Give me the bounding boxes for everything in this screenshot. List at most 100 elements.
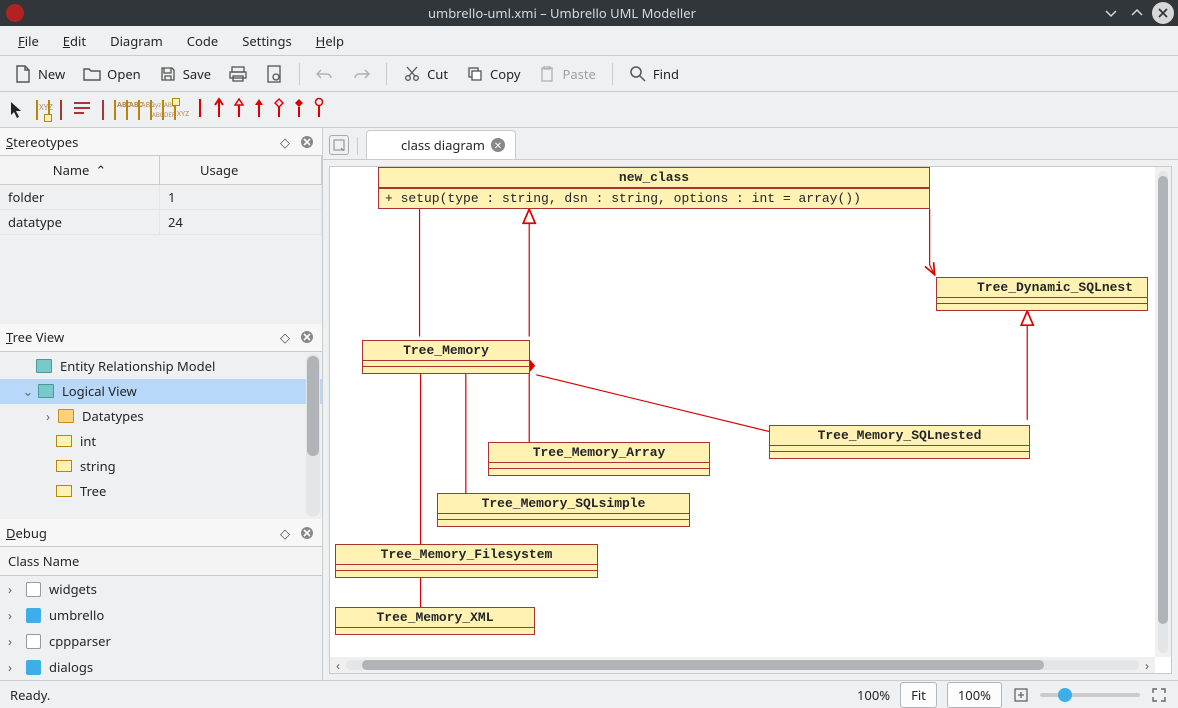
class-tool-3-icon[interactable]: ABC <box>126 101 128 119</box>
fullscreen-icon[interactable] <box>1150 686 1168 704</box>
uml-class-tree-memory-sqlnested[interactable]: Tree_Memory_SQLnested <box>769 425 1030 459</box>
zoom-slider[interactable] <box>1040 693 1140 697</box>
note-tool-icon[interactable]: XYZ <box>36 101 38 119</box>
open-label: Open <box>107 65 141 83</box>
undo-button[interactable] <box>310 61 340 87</box>
checkbox-icon[interactable] <box>26 582 41 597</box>
canvas-hscroll[interactable]: ‹ › <box>330 657 1155 673</box>
checkbox-icon[interactable] <box>26 634 41 649</box>
find-label: Find <box>653 65 679 83</box>
tree-item-tree[interactable]: Tree <box>0 479 322 504</box>
uml-class-tree-memory-filesystem[interactable]: Tree_Memory_Filesystem <box>335 544 598 578</box>
assoc-arrow1-icon[interactable] <box>214 97 224 123</box>
copy-icon <box>466 65 484 83</box>
minimize-button[interactable] <box>1100 2 1122 24</box>
pane-close-icon[interactable] <box>298 133 316 151</box>
zoom-percent: 100% <box>857 686 890 704</box>
assoc-line-icon[interactable] <box>196 97 204 123</box>
assoc-arrow2-icon[interactable] <box>234 97 244 123</box>
debug-row-dialogs[interactable]: ›dialogs <box>0 654 322 680</box>
diagram-canvas[interactable]: new_class + setup(type : string, dsn : s… <box>330 167 1155 657</box>
text-tool-icon[interactable] <box>72 100 92 120</box>
debug-row-cppparser[interactable]: ›cppparser <box>0 628 322 654</box>
menu-file[interactable]: File <box>8 28 49 54</box>
class-tool-2-icon[interactable]: ABC <box>114 101 116 119</box>
print-preview-button[interactable] <box>259 61 289 87</box>
table-row[interactable]: folder 1 <box>0 185 322 210</box>
col-usage-header[interactable]: Usage <box>160 156 322 184</box>
uml-class-tree-dynamic-sqlnest[interactable]: Tree_Dynamic_SQLnest <box>936 277 1148 311</box>
menu-help[interactable]: Help <box>306 28 354 54</box>
class-tool-5-icon[interactable]: xyzABC <box>150 101 152 119</box>
chevron-right-icon[interactable]: › <box>42 407 54 425</box>
tree-scrollbar[interactable] <box>306 354 320 518</box>
zoom-reset-icon[interactable] <box>1012 686 1030 704</box>
save-button[interactable]: Save <box>153 61 217 87</box>
assoc-diamond1-icon[interactable] <box>274 97 284 123</box>
print-button[interactable] <box>223 61 253 87</box>
statusbar: Ready. 100% Fit 100% <box>0 680 1178 708</box>
paste-button[interactable]: Paste <box>532 61 601 87</box>
debug-row-widgets[interactable]: ›widgets <box>0 576 322 602</box>
tree-item-datatypes[interactable]: › Datatypes <box>0 404 322 429</box>
canvas-vscroll[interactable] <box>1155 167 1171 657</box>
scroll-right-icon[interactable]: › <box>1139 656 1155 674</box>
cut-button[interactable]: Cut <box>397 61 454 87</box>
treeview-body[interactable]: Entity Relationship Model ⌄ Logical View… <box>0 352 322 520</box>
redo-button[interactable] <box>346 61 376 87</box>
stereotypes-header: Stereotypes ◇ <box>0 128 322 156</box>
zoom-value-button[interactable]: 100% <box>947 682 1002 708</box>
tree-item-erm[interactable]: Entity Relationship Model <box>0 354 322 379</box>
new-tab-button[interactable] <box>329 135 349 155</box>
close-button[interactable] <box>1152 2 1174 24</box>
class-icon <box>56 485 72 497</box>
pane-close-icon[interactable] <box>298 524 316 542</box>
checkbox-checked-icon[interactable] <box>26 608 41 623</box>
box-tool-1-icon[interactable] <box>48 101 50 119</box>
class-tool-4-icon[interactable]: ABC <box>138 101 140 119</box>
class-tool-7-icon[interactable]: XYZ <box>174 101 176 119</box>
pane-float-icon[interactable]: ◇ <box>276 524 294 542</box>
scroll-left-icon[interactable]: ‹ <box>330 656 346 674</box>
save-label: Save <box>183 65 211 83</box>
tree-item-string[interactable]: string <box>0 454 322 479</box>
uml-class-tree-memory-sqlsimple[interactable]: Tree_Memory_SQLsimple <box>437 493 690 527</box>
diagram-icon <box>377 136 395 154</box>
uml-class-tree-memory-array[interactable]: Tree_Memory_Array <box>488 442 710 476</box>
pane-float-icon[interactable]: ◇ <box>276 133 294 151</box>
pane-close-icon[interactable] <box>298 328 316 346</box>
zoom-fit-button[interactable]: Fit <box>900 682 937 708</box>
debug-col-header[interactable]: Class Name <box>0 547 322 576</box>
tab-close-icon[interactable]: ✕ <box>491 138 505 152</box>
menu-code[interactable]: Code <box>177 28 228 54</box>
debug-row-umbrello[interactable]: ›umbrello <box>0 602 322 628</box>
pane-float-icon[interactable]: ◇ <box>276 328 294 346</box>
tab-class-diagram[interactable]: class diagram ✕ <box>366 130 516 159</box>
menu-settings[interactable]: Settings <box>232 28 301 54</box>
box-tool-2-icon[interactable] <box>60 101 62 119</box>
table-row[interactable]: datatype 24 <box>0 210 322 235</box>
find-button[interactable]: Find <box>623 61 685 87</box>
menu-diagram[interactable]: Diagram <box>100 28 173 54</box>
menu-edit[interactable]: Edit <box>53 28 96 54</box>
col-name-header[interactable]: Name ⌃ <box>0 156 160 184</box>
treeview-title: Tree View <box>6 328 64 346</box>
assoc-diamond2-icon[interactable] <box>294 97 304 123</box>
uml-class-tree-memory[interactable]: Tree_Memory <box>362 340 530 374</box>
class-tool-6-icon[interactable]: ABCDEF <box>162 101 164 119</box>
assoc-circle-icon[interactable] <box>314 97 324 123</box>
maximize-button[interactable] <box>1126 2 1148 24</box>
copy-button[interactable]: Copy <box>460 61 526 87</box>
tab-label: class diagram <box>401 136 485 154</box>
chevron-down-icon[interactable]: ⌄ <box>22 382 34 400</box>
uml-class-new_class[interactable]: new_class + setup(type : string, dsn : s… <box>378 167 930 209</box>
tree-item-logical-view[interactable]: ⌄ Logical View <box>0 379 322 404</box>
tree-item-int[interactable]: int <box>0 429 322 454</box>
checkbox-checked-icon[interactable] <box>26 660 41 675</box>
open-button[interactable]: Open <box>77 61 147 87</box>
new-button[interactable]: New <box>8 61 71 87</box>
uml-class-tree-memory-xml[interactable]: Tree_Memory_XML <box>335 607 535 635</box>
assoc-arrow3-icon[interactable] <box>254 97 264 123</box>
class-tool-1-icon[interactable] <box>102 101 104 119</box>
pointer-tool-icon[interactable] <box>8 101 26 119</box>
